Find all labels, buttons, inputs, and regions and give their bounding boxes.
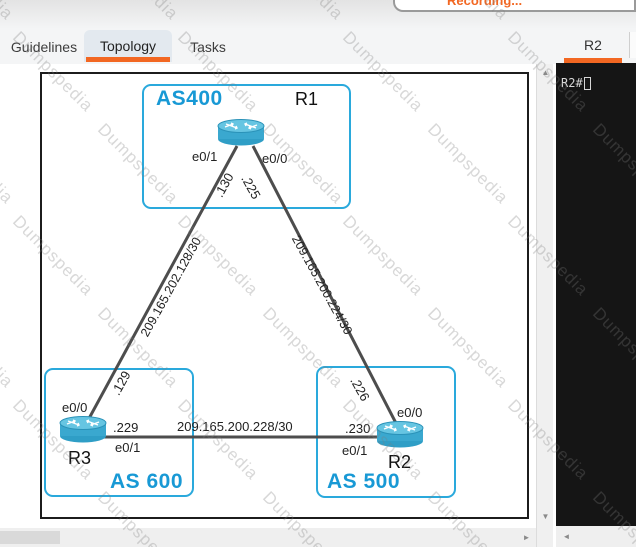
subnet-r3-r2: 209.165.200.228/30: [177, 419, 293, 434]
tab-partial[interactable]: [629, 32, 636, 58]
horizontal-scrollbar[interactable]: [0, 528, 536, 547]
r2-e00-label: e0/0: [397, 405, 422, 420]
as400-label: AS400: [156, 87, 223, 111]
scroll-left-icon[interactable]: ◄: [558, 532, 575, 541]
r3-e01-label: e0/1: [115, 440, 140, 455]
r3-e00-label: e0/0: [62, 400, 87, 415]
tab-guidelines[interactable]: Guidelines: [8, 32, 80, 62]
recording-label: Recording...: [447, 0, 522, 8]
addr-229: .229: [113, 420, 138, 435]
app-window: Guidelines Topology Tasks AS400 R1 AS 60…: [0, 0, 636, 547]
router-icon-r1[interactable]: [217, 117, 265, 147]
addr-230: .230: [345, 421, 370, 436]
r2-label: R2: [388, 452, 411, 473]
tab-terminal-r2[interactable]: R2: [566, 32, 620, 58]
terminal-cursor: [584, 77, 591, 90]
router-icon-r2[interactable]: [376, 419, 424, 449]
router-icon-r3[interactable]: [59, 414, 107, 444]
r3-label: R3: [68, 448, 91, 469]
as500-label: AS 500: [327, 470, 400, 494]
as600-label: AS 600: [110, 470, 183, 494]
r1-e01-label: e0/1: [192, 149, 217, 164]
r2-e01-label: e0/1: [342, 443, 367, 458]
scroll-down-icon[interactable]: ▼: [537, 512, 554, 521]
r1-e00-label: e0/0: [262, 151, 287, 166]
tab-tasks[interactable]: Tasks: [181, 32, 235, 62]
recording-popup: Recording...: [393, 0, 636, 12]
active-tab-underline: [86, 57, 170, 62]
terminal-prompt[interactable]: R2#: [561, 76, 591, 90]
terminal-horizontal-scrollbar[interactable]: ◄: [556, 526, 636, 547]
vertical-scrollbar[interactable]: ▲ ▼: [536, 64, 553, 547]
terminal-screen[interactable]: [556, 63, 636, 526]
terminal-prompt-text: R2#: [561, 76, 583, 90]
horizontal-scrollbar-thumb[interactable]: [0, 531, 60, 544]
scroll-up-icon[interactable]: ▲: [537, 68, 554, 77]
scroll-right-icon[interactable]: ►: [518, 533, 535, 542]
r1-label: R1: [295, 89, 318, 110]
